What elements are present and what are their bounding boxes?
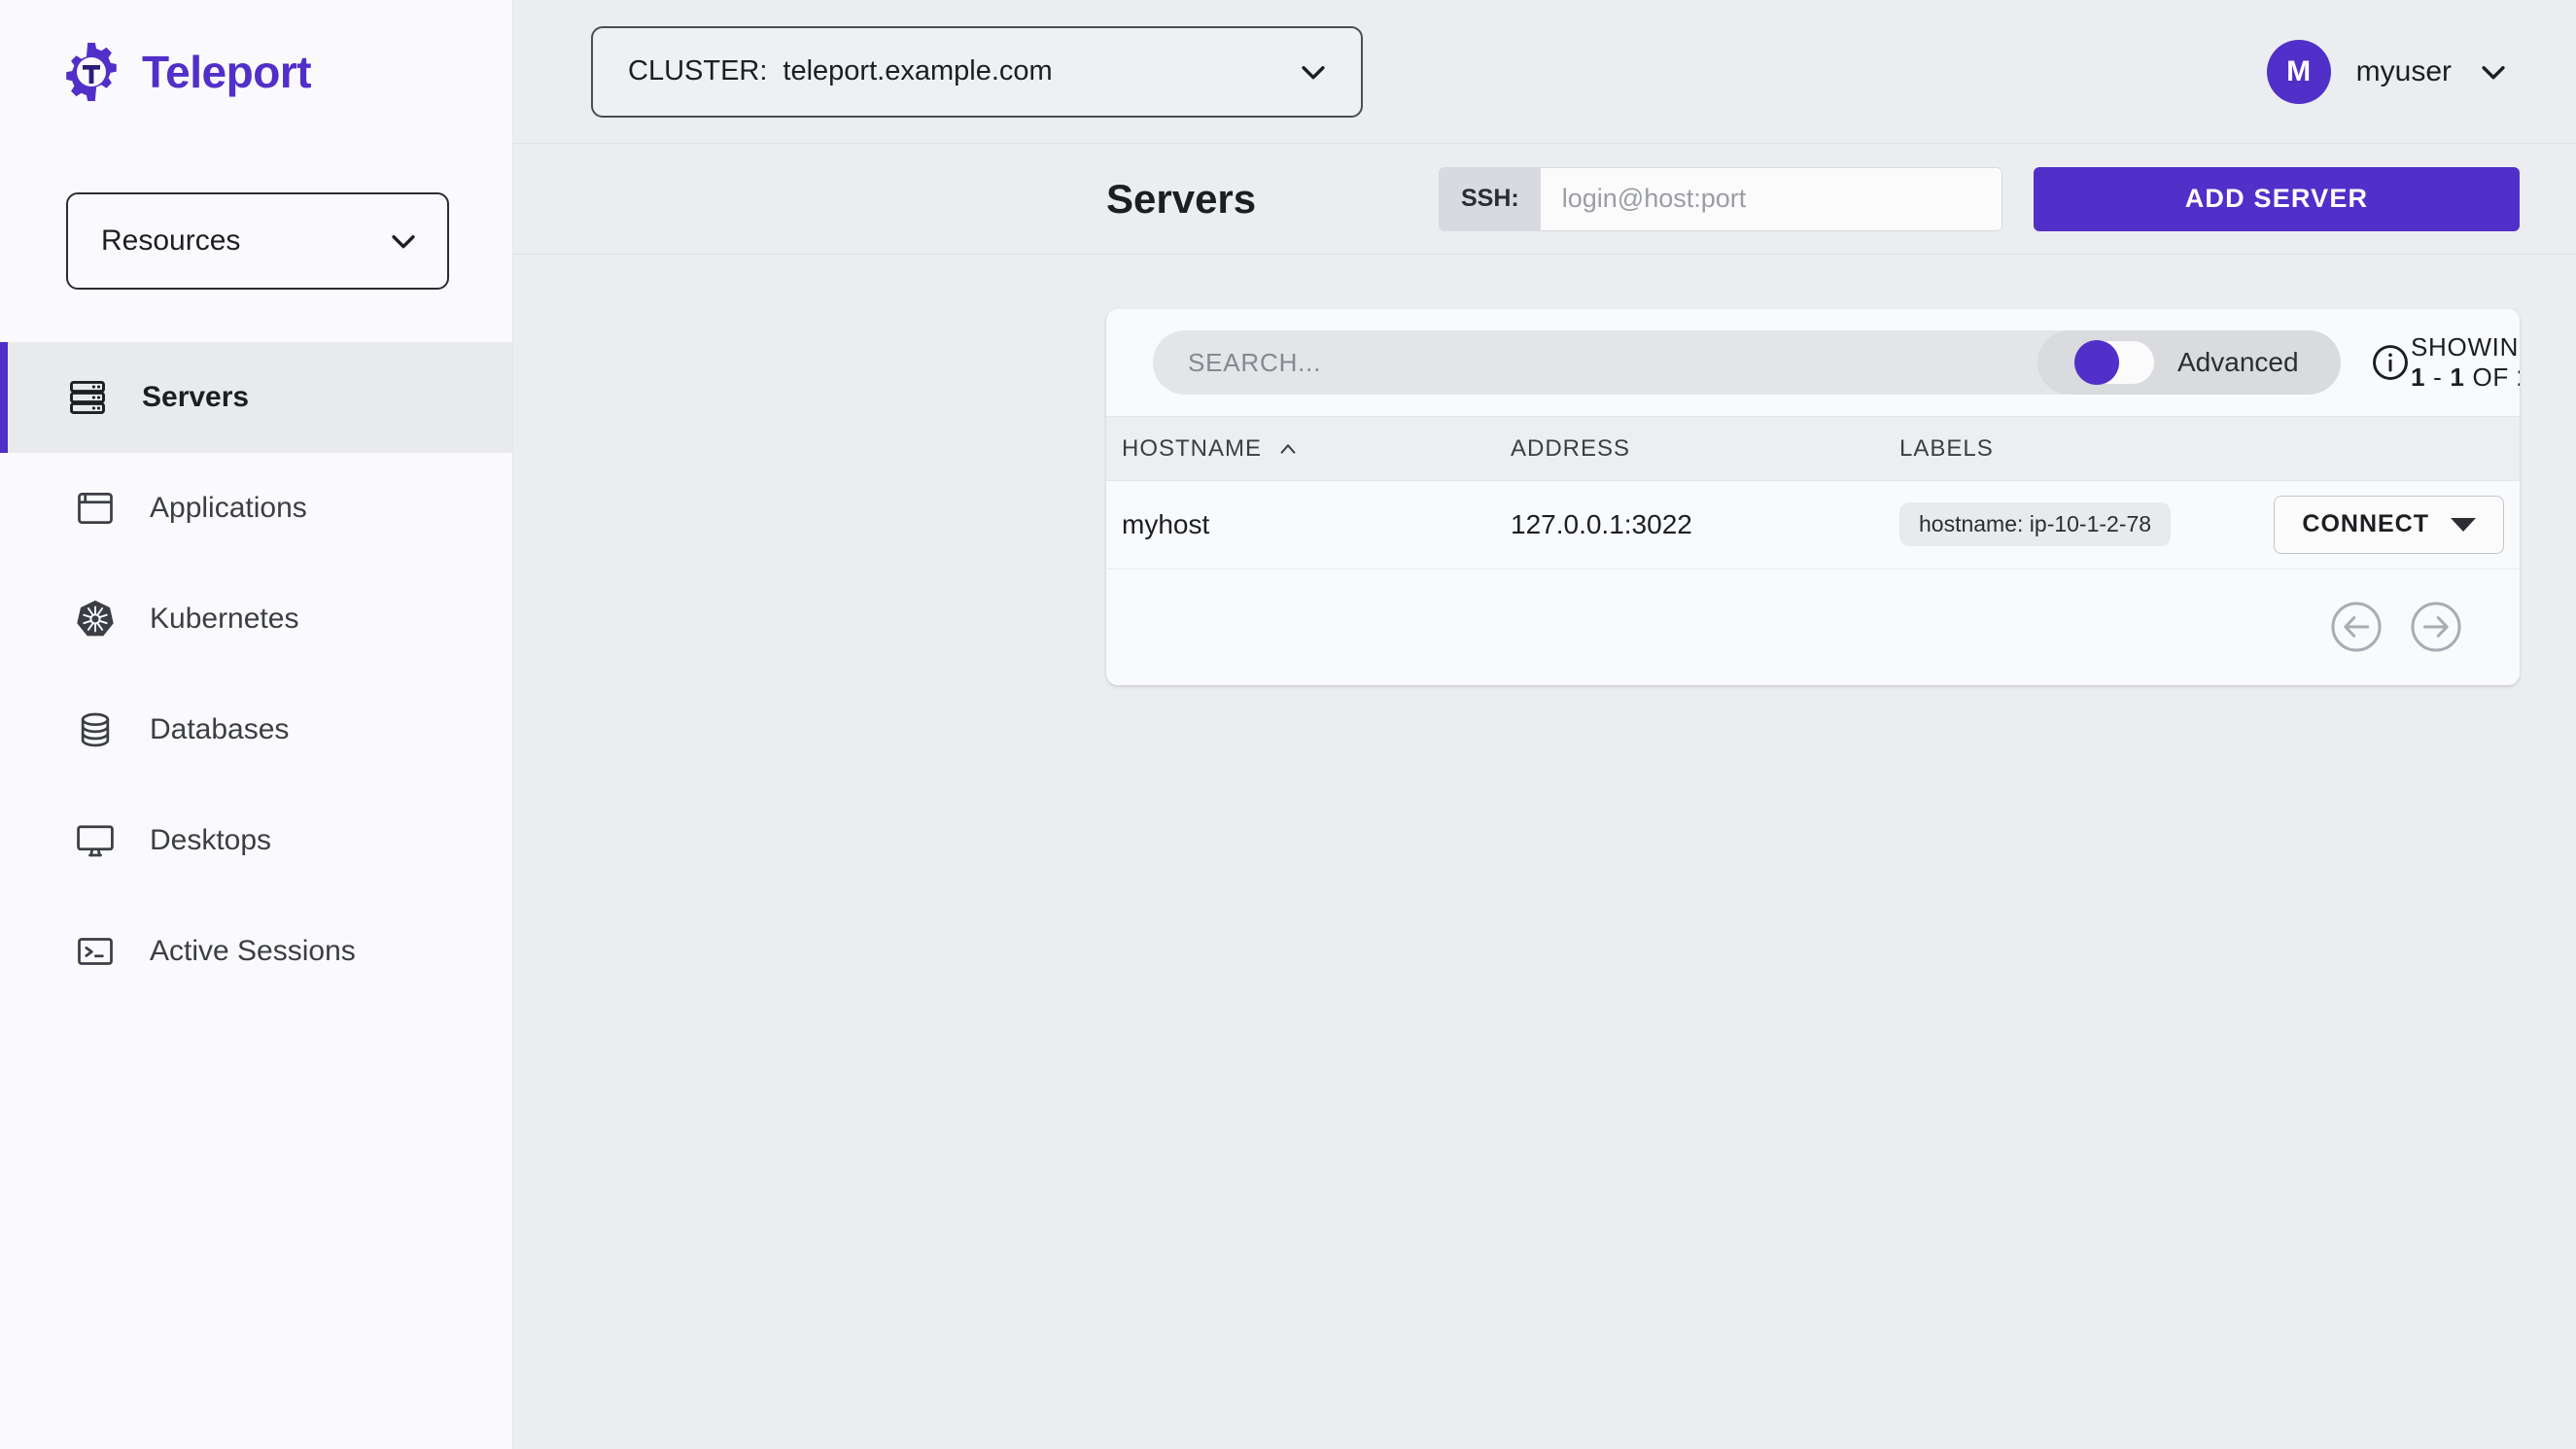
desktop-icon xyxy=(77,825,114,857)
ssh-connect-box[interactable]: SSH: xyxy=(1439,166,2002,231)
page-title: Servers xyxy=(1106,175,1257,222)
showing-dash: - xyxy=(2425,362,2451,392)
cluster-value: teleport.example.com xyxy=(783,55,1053,86)
column-header-hostname[interactable]: HOSTNAME xyxy=(1106,416,1495,481)
sidebar-item-label: Desktops xyxy=(150,824,272,856)
sidebar-item-desktops[interactable]: Desktops xyxy=(0,785,512,896)
sidebar-item-servers[interactable]: Servers xyxy=(0,342,512,453)
chevron-down-icon xyxy=(2482,65,2505,79)
brand-name: Teleport xyxy=(142,47,312,97)
cluster-selector-text: CLUSTER: teleport.example.com xyxy=(628,55,1053,87)
sidebar-item-label: Databases xyxy=(150,713,290,745)
showing-from: 1 xyxy=(2411,362,2426,392)
table-row[interactable]: myhost 127.0.0.1:3022 hostname: ip-10-1-… xyxy=(1106,480,2520,569)
username-label: myuser xyxy=(2355,54,2452,87)
chevron-down-icon xyxy=(1302,65,1325,79)
caret-down-icon xyxy=(2451,517,2476,532)
database-icon xyxy=(81,712,110,747)
pagination xyxy=(1106,568,2520,685)
cell-actions: CONNECT xyxy=(2228,480,2520,569)
sidebar-item-label: Kubernetes xyxy=(150,603,299,635)
sidebar-nav: Servers Applications Kubernetes Database… xyxy=(0,342,512,1007)
chevron-down-icon xyxy=(392,235,415,249)
sidebar-item-label: Active Sessions xyxy=(150,935,356,967)
caret-up-icon xyxy=(1280,443,1296,454)
server-rack-icon xyxy=(70,380,105,415)
showing-to: 1 xyxy=(2450,362,2465,392)
servers-card: Advanced SHOWING 1 - 1 OF 1 xyxy=(1106,309,2520,685)
cluster-label: CLUSTER: xyxy=(628,55,768,86)
column-header-hostname-inner: HOSTNAME xyxy=(1122,435,1299,463)
servers-table-body: myhost 127.0.0.1:3022 hostname: ip-10-1-… xyxy=(1106,480,2520,569)
page-header: Servers SSH: ADD SERVER xyxy=(513,144,2576,255)
column-header-labels[interactable]: LABELS xyxy=(1884,416,2228,481)
topbar: CLUSTER: teleport.example.com M myuser xyxy=(513,0,2576,144)
search-bar: Advanced xyxy=(1153,330,2341,395)
connect-button[interactable]: CONNECT xyxy=(2274,495,2504,554)
servers-toolbar: Advanced SHOWING 1 - 1 OF 1 xyxy=(1106,309,2520,416)
brand-logo-area[interactable]: Teleport xyxy=(0,0,512,144)
column-header-actions xyxy=(2228,416,2520,481)
cell-labels: hostname: ip-10-1-2-78 xyxy=(1884,480,2228,569)
sidebar-item-kubernetes[interactable]: Kubernetes xyxy=(0,564,512,674)
column-header-hostname-label: HOSTNAME xyxy=(1122,434,1263,462)
resources-dropdown-label: Resources xyxy=(101,224,241,257)
arrow-left-circle-icon[interactable] xyxy=(2329,600,2384,654)
terminal-icon xyxy=(78,938,113,965)
status-badge[interactable]: hostname: ip-10-1-2-78 xyxy=(1899,502,2172,547)
cluster-selector[interactable]: CLUSTER: teleport.example.com xyxy=(591,25,1363,118)
sidebar-item-databases[interactable]: Databases xyxy=(0,674,512,785)
main-area: CLUSTER: teleport.example.com M myuser Se… xyxy=(513,0,2576,1449)
advanced-toggle-label: Advanced xyxy=(2177,347,2299,377)
showing-count: SHOWING 1 - 1 OF 1 xyxy=(2411,332,2520,393)
sidebar-item-applications[interactable]: Applications xyxy=(0,453,512,564)
user-menu[interactable]: M myuser xyxy=(2266,39,2520,104)
servers-table: HOSTNAME ADDRESS LABELS myhost 127.0.0.1… xyxy=(1106,416,2520,569)
showing-prefix: SHOWING xyxy=(2411,332,2520,362)
page-header-actions: SSH: ADD SERVER xyxy=(1439,166,2520,231)
add-server-button[interactable]: ADD SERVER xyxy=(2034,166,2520,231)
kubernetes-icon xyxy=(77,600,114,637)
app-window-icon xyxy=(78,492,113,525)
info-circle-icon[interactable] xyxy=(2370,342,2411,383)
sidebar-item-label: Applications xyxy=(150,492,307,524)
cell-address: 127.0.0.1:3022 xyxy=(1495,480,1884,569)
connect-button-label: CONNECT xyxy=(2302,510,2429,538)
teleport-gear-logo-icon xyxy=(66,43,117,101)
resources-dropdown[interactable]: Resources xyxy=(66,192,449,290)
advanced-toggle-switch[interactable] xyxy=(2074,340,2154,385)
advanced-toggle[interactable]: Advanced xyxy=(2037,330,2341,395)
table-header-row: HOSTNAME ADDRESS LABELS xyxy=(1106,416,2520,481)
avatar: M xyxy=(2266,39,2331,104)
content-area: Advanced SHOWING 1 - 1 OF 1 xyxy=(513,255,2576,1449)
showing-of-label: OF xyxy=(2464,362,2517,392)
servers-table-head: HOSTNAME ADDRESS LABELS xyxy=(1106,416,2520,481)
advanced-toggle-knob xyxy=(2074,340,2119,385)
column-header-address[interactable]: ADDRESS xyxy=(1495,416,1884,481)
sidebar-item-active-sessions[interactable]: Active Sessions xyxy=(0,896,512,1007)
cell-hostname: myhost xyxy=(1106,480,1495,569)
ssh-prefix-label: SSH: xyxy=(1440,167,1541,230)
arrow-right-circle-icon[interactable] xyxy=(2409,600,2463,654)
sidebar: Teleport Resources Servers Applications … xyxy=(0,0,513,1449)
showing-total: 1 xyxy=(2517,362,2520,392)
search-input[interactable] xyxy=(1153,347,2037,378)
app-root: Teleport Resources Servers Applications … xyxy=(0,0,2576,1449)
ssh-input[interactable] xyxy=(1540,167,2002,230)
sidebar-item-label: Servers xyxy=(142,381,250,413)
